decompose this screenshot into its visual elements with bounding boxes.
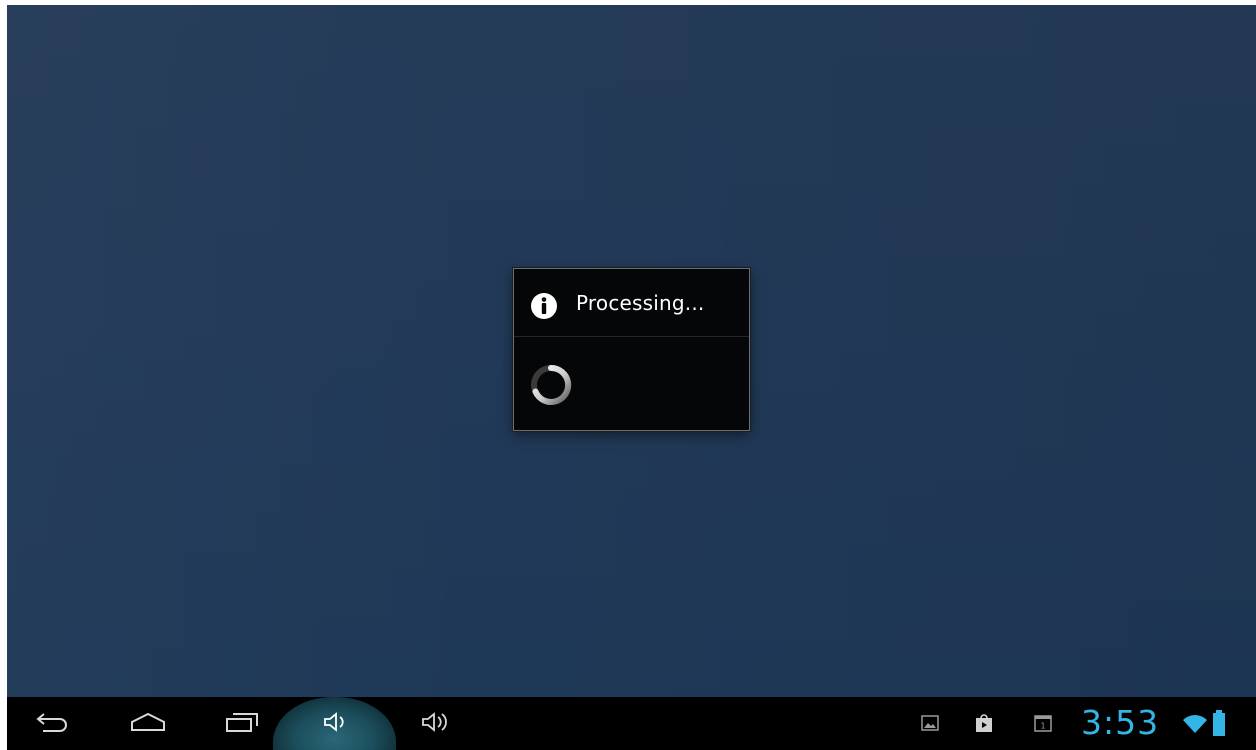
battery-icon[interactable] [1212, 709, 1226, 737]
volume-down-icon [322, 711, 348, 737]
gallery-icon[interactable] [920, 713, 940, 733]
loading-spinner-icon [526, 360, 576, 410]
android-screen: Processing... 1 3:53 [7, 5, 1256, 750]
recent-apps-icon [223, 710, 261, 738]
recent-apps-button[interactable] [217, 697, 267, 750]
dialog-divider [514, 336, 749, 337]
volume-up-icon [420, 711, 452, 737]
calendar-icon[interactable]: 1 [1033, 713, 1053, 733]
progress-dialog: Processing... [513, 268, 750, 431]
wifi-icon[interactable] [1182, 711, 1208, 735]
dialog-header: Processing... [514, 269, 749, 337]
play-store-icon[interactable] [974, 713, 994, 733]
volume-down-button[interactable] [273, 697, 396, 750]
info-icon [530, 292, 558, 320]
home-button[interactable] [123, 697, 173, 750]
back-icon [35, 711, 69, 737]
home-icon [128, 711, 168, 737]
volume-up-button[interactable] [411, 697, 461, 750]
system-bar: 1 3:53 [7, 697, 1256, 750]
status-clock[interactable]: 3:53 [1081, 701, 1159, 745]
back-button[interactable] [27, 697, 77, 750]
svg-text:1: 1 [1040, 722, 1045, 731]
dialog-title: Processing... [576, 291, 705, 315]
